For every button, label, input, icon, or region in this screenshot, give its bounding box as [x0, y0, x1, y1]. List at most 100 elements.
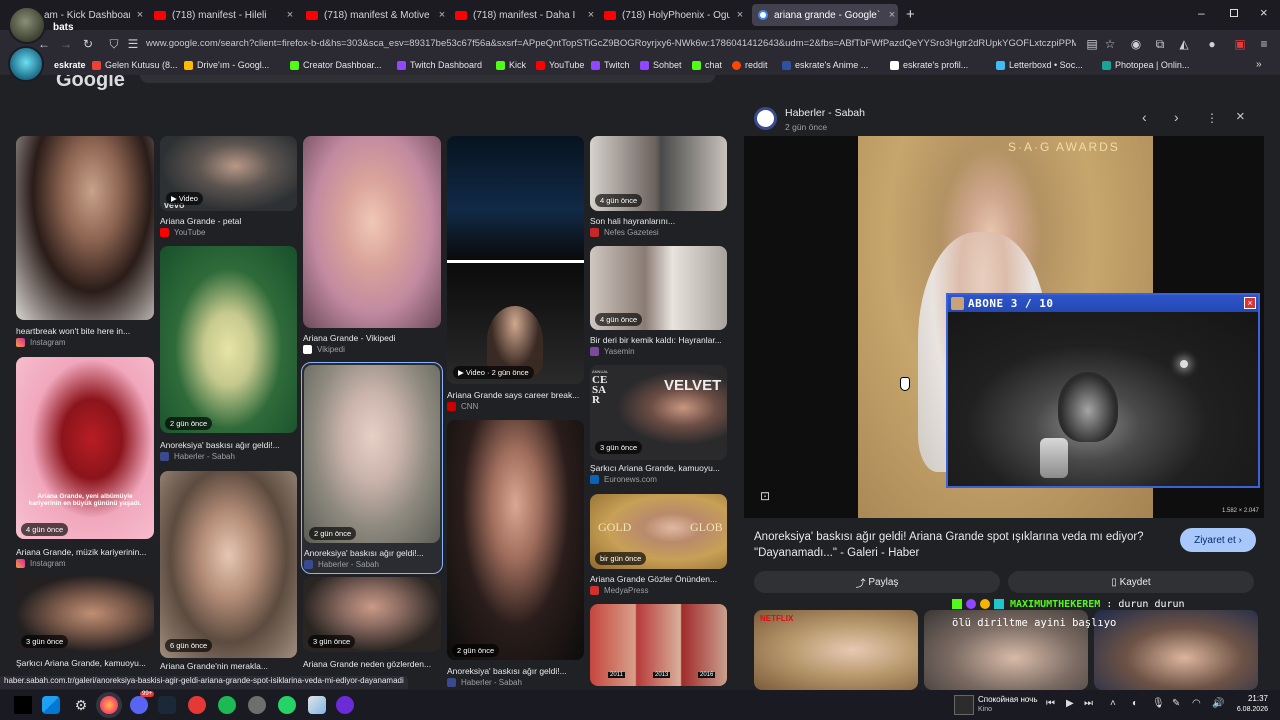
result-card[interactable]: ▶ Video · 2 gün önce Ariana Grande says … — [447, 136, 584, 416]
shield-icon[interactable]: ⛉ — [106, 36, 122, 52]
lens-icon[interactable]: ⊡ — [760, 489, 770, 503]
close-tab-icon[interactable]: × — [284, 9, 296, 21]
result-thumbnail[interactable]: Ariana Grande, yeni albümüyle kariyerini… — [16, 357, 154, 539]
bookmark-sohbet[interactable]: Sohbet — [640, 60, 682, 70]
result-thumbnail[interactable]: 4 gün önce — [590, 136, 727, 211]
site-permissions-icon[interactable]: ☰ — [125, 36, 141, 52]
result-caption[interactable]: Ariana Grande Gözler Önünden... — [590, 574, 727, 584]
steam-icon[interactable] — [158, 696, 176, 714]
result-caption[interactable]: Anoreksiya' baskısı ağır geldi!... — [160, 440, 297, 450]
result-thumbnail[interactable] — [16, 136, 154, 320]
result-caption[interactable]: Ariana Grande'nin merakla... — [160, 661, 297, 671]
result-thumbnail[interactable]: 3 gün önce — [303, 577, 441, 652]
extensions-puzzle-icon[interactable]: ⧉ — [1152, 36, 1168, 52]
result-thumbnail[interactable]: 2 gün önce — [304, 365, 440, 543]
restore-window-button[interactable] — [1230, 9, 1238, 17]
result-card-selected[interactable]: 2 gün önce Anoreksiya' baskısı ağır geld… — [301, 362, 443, 574]
visit-button[interactable]: Ziyaret et › — [1180, 528, 1256, 552]
pen-icon[interactable]: ✎ — [1172, 698, 1180, 709]
tab-youtube-4[interactable]: (718) HolyPhoenix - Ogu × — [604, 4, 746, 26]
share-button[interactable]: ⤴ Paylaş — [754, 571, 1000, 593]
result-card[interactable]: vevo ▶ Video Ariana Grande - petal YouTu… — [160, 136, 297, 242]
reload-icon[interactable]: ↻ — [80, 36, 96, 52]
related-image[interactable]: NETFLIX — [754, 610, 918, 690]
result-thumbnail[interactable]: 2011 2013 2016 — [590, 604, 727, 686]
tab-google-search[interactable]: ariana grande - Google` × — [752, 4, 898, 26]
show-desktop[interactable] — [14, 696, 32, 714]
spotify-icon[interactable] — [218, 696, 236, 714]
extension-icon[interactable]: ◉ — [1128, 36, 1144, 52]
result-caption[interactable]: Ariana Grande, müzik kariyerinin... — [16, 547, 154, 557]
bookmark-twitch-dashboard[interactable]: Twitch Dashboard — [397, 60, 482, 70]
app-icon[interactable] — [188, 696, 206, 714]
next-track-icon[interactable]: ⏭ — [1084, 698, 1093, 709]
prev-image-icon[interactable]: ‹ — [1142, 109, 1147, 125]
result-caption[interactable]: Anoreksiya' baskısı ağır geldi!... — [304, 548, 444, 558]
clock-time[interactable]: 21:37 — [1246, 694, 1268, 703]
close-window-button[interactable]: × — [1260, 5, 1268, 20]
address-bar[interactable]: www.google.com/search?client=firefox-b-d… — [146, 38, 1076, 52]
result-card[interactable]: ANNUAL CE SA R VELVET 3 gün önce Şarkıcı… — [590, 365, 727, 490]
result-card[interactable]: Ariana Grande, yeni albümüyle kariyerini… — [16, 357, 154, 568]
more-options-icon[interactable]: ⋮ — [1206, 111, 1218, 125]
next-image-icon[interactable]: › — [1174, 109, 1179, 125]
bookmark-twitch[interactable]: Twitch — [591, 60, 630, 70]
bookmark-photopea[interactable]: Photopea | Onlin... — [1102, 60, 1189, 70]
result-caption[interactable]: Ariana Grande - Vikipedi — [303, 333, 441, 343]
result-thumbnail[interactable]: 2 gün önce — [160, 246, 297, 433]
play-icon[interactable]: ▶ — [1066, 698, 1074, 709]
extension-icon[interactable]: ◭ — [1176, 36, 1192, 52]
result-card[interactable]: 6 gün önce Ariana Grande'nin merakla... — [160, 471, 297, 671]
bookmark-star-icon[interactable]: ☆ — [1102, 36, 1118, 52]
bookmark-reddit[interactable]: reddit — [732, 60, 768, 70]
new-tab-button[interactable]: + — [906, 6, 915, 23]
result-thumbnail[interactable]: 3 gün önce — [16, 575, 154, 652]
result-caption[interactable]: Ariana Grande neden gözlerden... — [303, 659, 441, 669]
minimize-window-button[interactable]: – — [1198, 6, 1205, 20]
result-thumbnail[interactable]: ANNUAL CE SA R VELVET 3 gün önce — [590, 365, 727, 460]
close-panel-icon[interactable]: × — [1236, 108, 1245, 125]
result-card[interactable]: heartbreak won't bite here in... Instagr… — [16, 136, 154, 349]
close-tab-icon[interactable]: × — [734, 9, 746, 21]
close-tab-icon[interactable]: × — [134, 9, 146, 21]
account-icon[interactable]: ● — [1204, 36, 1220, 52]
app-icon[interactable] — [336, 696, 354, 714]
app-icon[interactable] — [308, 696, 326, 714]
result-card[interactable]: Ariana Grande - Vikipedi Vikipedi — [303, 136, 441, 354]
clock-date[interactable]: 6.08.2026 — [1226, 706, 1268, 713]
discord-icon[interactable]: 99+ — [130, 691, 155, 714]
result-thumbnail[interactable]: ▶ Video · 2 gün önce — [447, 136, 584, 384]
result-thumbnail[interactable]: 4 gün önce — [590, 246, 727, 330]
result-card[interactable]: 4 gün önce Bir deri bir kemik kaldı: Hay… — [590, 246, 727, 358]
result-card[interactable]: 4 gün önce Son hali hayranlarını... Nefe… — [590, 136, 727, 242]
settings-gear-icon[interactable]: ⚙ — [72, 696, 90, 714]
menu-icon[interactable]: ≡ — [1256, 36, 1272, 52]
result-card[interactable]: 3 gün önce Ariana Grande neden gözlerden… — [303, 577, 441, 690]
result-card[interactable]: 2011 2013 2016 — [590, 604, 727, 690]
panel-source-name[interactable]: Haberler - Sabah — [785, 107, 865, 119]
result-thumbnail[interactable]: 6 gün önce — [160, 471, 297, 658]
wifi-icon[interactable]: ◠ — [1192, 698, 1201, 709]
tray-overflow-icon[interactable]: ˄ — [1110, 698, 1116, 709]
result-thumbnail[interactable]: GOLD GLOB bir gün önce — [590, 494, 727, 569]
google-logo[interactable]: Google — [56, 75, 125, 92]
app-icon[interactable] — [248, 696, 266, 714]
bookmark-anime-list[interactable]: eskrate's Anime ... — [782, 60, 868, 70]
microphone-icon[interactable]: 🎙 — [1152, 698, 1165, 709]
result-card[interactable]: GOLD GLOB bir gün önce Ariana Grande Göz… — [590, 494, 727, 600]
result-caption[interactable]: Ariana Grande says career break... — [447, 390, 584, 400]
extension-badge-icon[interactable]: ▣ — [1232, 36, 1248, 52]
bookmark-kick[interactable]: Kick — [496, 60, 526, 70]
result-thumbnail[interactable]: 2 gün önce — [447, 420, 584, 660]
forward-icon[interactable]: → — [58, 36, 74, 52]
result-caption[interactable]: Anoreksiya' baskısı ağır geldi!... — [447, 666, 584, 676]
bookmarks-overflow-icon[interactable]: » — [1256, 59, 1262, 70]
search-box[interactable] — [140, 75, 715, 83]
result-card[interactable]: 2 gün önce Anoreksiya' baskısı ağır geld… — [447, 420, 584, 690]
result-caption[interactable]: Ariana Grande - petal — [160, 216, 297, 226]
result-thumbnail[interactable]: vevo ▶ Video — [160, 136, 297, 211]
result-caption[interactable]: Şarkıcı Ariana Grande, kamuoyu... — [590, 463, 727, 473]
bookmark-gmail[interactable]: Gelen Kutusu (8... — [92, 60, 178, 70]
bookmark-drive[interactable]: Drive'ım - Googl... — [184, 60, 269, 70]
tray-app-icon[interactable]: ◐ — [1132, 698, 1138, 709]
